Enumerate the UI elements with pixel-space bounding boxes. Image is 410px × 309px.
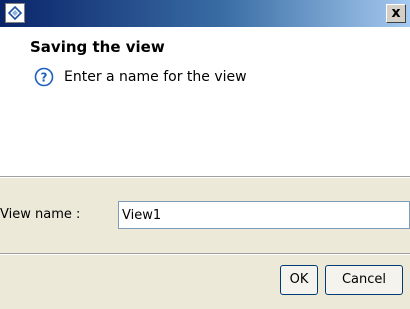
ok-button[interactable]: OK bbox=[280, 265, 318, 295]
view-name-label: View name : bbox=[0, 207, 81, 222]
button-bar-divider-highlight bbox=[0, 254, 410, 255]
title-bar[interactable]: x bbox=[0, 0, 410, 27]
dialog-message: Enter a name for the view bbox=[64, 69, 247, 85]
close-button[interactable]: x bbox=[386, 4, 406, 23]
save-view-dialog: x Saving the view ? Enter a name for the… bbox=[0, 0, 410, 309]
diamond-icon bbox=[5, 3, 25, 23]
svg-text:?: ? bbox=[41, 71, 48, 85]
header-divider-highlight bbox=[0, 177, 410, 178]
cancel-button[interactable]: Cancel bbox=[325, 265, 403, 295]
view-name-input[interactable] bbox=[118, 201, 410, 229]
dialog-title: Saving the view bbox=[30, 38, 165, 56]
help-icon: ? bbox=[34, 67, 54, 87]
close-icon: x bbox=[391, 5, 401, 21]
